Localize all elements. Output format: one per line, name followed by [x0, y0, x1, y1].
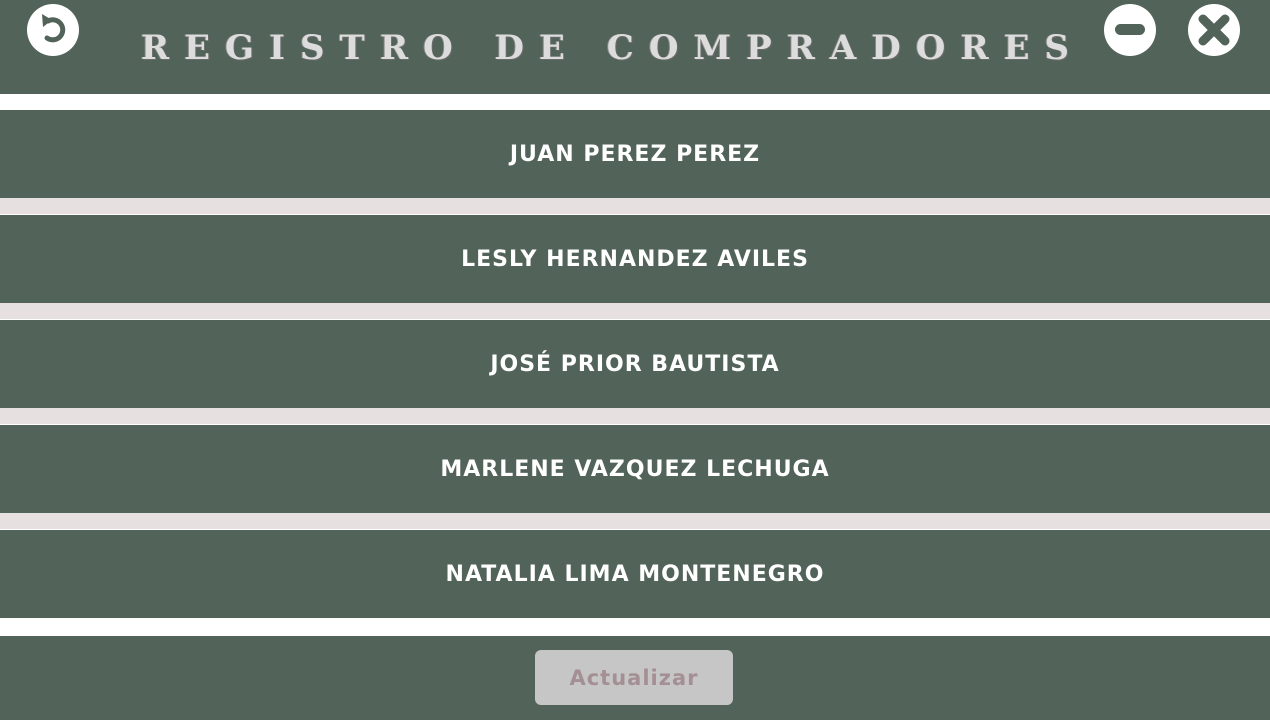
buyer-name: MARLENE VAZQUEZ LECHUGA	[440, 456, 830, 482]
buyer-name: LESLY HERNANDEZ AVILES	[461, 246, 809, 272]
update-button-label: Actualizar	[569, 665, 699, 690]
divider	[0, 408, 1270, 424]
minus-circle-icon	[1110, 10, 1150, 50]
close-button[interactable]	[1188, 4, 1240, 56]
list-item-buyer[interactable]: NATALIA LIMA MONTENEGRO	[0, 530, 1270, 618]
app-window: REGISTRO DE COMPRADORES JUAN PEREZ PEREZ…	[0, 0, 1270, 720]
buyer-name: JOSÉ PRIOR BAUTISTA	[490, 351, 780, 377]
divider	[0, 303, 1270, 319]
list-item-buyer[interactable]: JOSÉ PRIOR BAUTISTA	[0, 320, 1270, 408]
divider	[0, 94, 1270, 110]
list-item-buyer[interactable]: MARLENE VAZQUEZ LECHUGA	[0, 425, 1270, 513]
header-bar: REGISTRO DE COMPRADORES	[0, 0, 1270, 94]
buyer-name: NATALIA LIMA MONTENEGRO	[445, 561, 825, 587]
buyer-name: JUAN PEREZ PEREZ	[509, 141, 761, 167]
list-item-buyer[interactable]: LESLY HERNANDEZ AVILES	[0, 215, 1270, 303]
minimize-button[interactable]	[1104, 4, 1156, 56]
divider	[0, 618, 1270, 634]
divider	[0, 198, 1270, 214]
footer-bar: Actualizar	[0, 636, 1270, 720]
divider	[0, 513, 1270, 529]
list-item-buyer[interactable]: JUAN PEREZ PEREZ	[0, 110, 1270, 198]
close-x-icon	[1194, 10, 1234, 50]
update-button[interactable]: Actualizar	[535, 650, 733, 705]
page-title: REGISTRO DE COMPRADORES	[140, 28, 1085, 68]
